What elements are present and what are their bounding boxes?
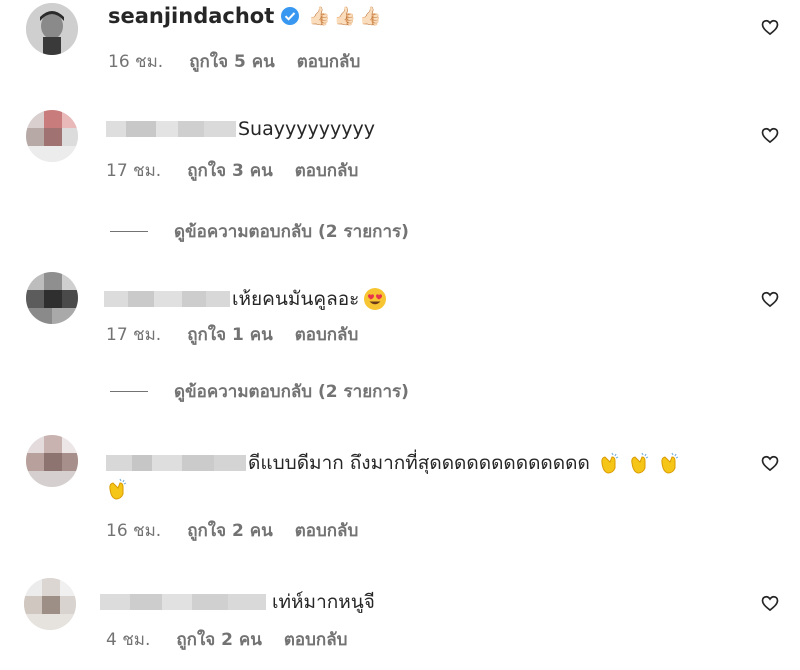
- comment-item: ดีแบบดีมาก ถึงมากที่สุดดดดดดดดดดดดด 16 ช…: [0, 425, 800, 555]
- comment-item: Suayyyyyyyyy 17 ชม. ถูกใจ 3 คน ตอบกลับ: [0, 100, 800, 210]
- reply-button[interactable]: ตอบกลับ: [295, 157, 359, 184]
- like-heart-icon[interactable]: [760, 289, 780, 309]
- reply-button[interactable]: ตอบกลับ: [295, 321, 359, 348]
- comment-item: seanjindachot 👍🏻👍🏻👍🏻 16 ชม. ถูกใจ 5 คน ต…: [0, 0, 800, 90]
- clapping-hands-emoji-icon: [601, 452, 619, 474]
- view-replies-label: ดูข้อความตอบกลับ (2 รายการ): [174, 222, 409, 242]
- blurred-username[interactable]: [104, 291, 230, 307]
- blurred-username[interactable]: [106, 121, 236, 137]
- avatar[interactable]: [26, 110, 78, 162]
- like-heart-icon[interactable]: [760, 593, 780, 613]
- comment-text: เห้ยคนมันคูลอะ: [232, 288, 360, 310]
- reply-button[interactable]: ตอบกลับ: [295, 517, 359, 544]
- comment-emoji: 👍🏻👍🏻👍🏻: [308, 5, 385, 27]
- verified-badge-icon: [281, 7, 300, 25]
- clapping-hands-emoji-icon: [631, 452, 649, 474]
- likes-count[interactable]: ถูกใจ 5 คน: [189, 48, 275, 75]
- likes-count[interactable]: ถูกใจ 2 คน: [187, 517, 273, 544]
- likes-count[interactable]: ถูกใจ 2 คน: [176, 626, 262, 653]
- blurred-username[interactable]: [100, 594, 266, 610]
- reply-button[interactable]: ตอบกลับ: [284, 626, 348, 653]
- view-replies-button[interactable]: ดูข้อความตอบกลับ (2 รายการ): [110, 218, 409, 245]
- like-heart-icon[interactable]: [760, 453, 780, 473]
- reply-button[interactable]: ตอบกลับ: [297, 48, 361, 75]
- avatar[interactable]: [24, 578, 76, 630]
- comment-time: 16 ชม.: [106, 521, 162, 541]
- divider-line: [110, 391, 148, 392]
- divider-line: [110, 231, 148, 232]
- comment-time: 17 ชม.: [106, 161, 162, 181]
- comment-time: 4 ชม.: [106, 630, 151, 650]
- comment-item: เห้ยคนมันคูลอะ 17 ชม. ถูกใจ 1 คน ตอบกลับ: [0, 262, 800, 372]
- like-heart-icon[interactable]: [760, 17, 780, 37]
- username[interactable]: seanjindachot: [108, 4, 274, 28]
- avatar[interactable]: [26, 435, 78, 487]
- avatar[interactable]: [26, 272, 78, 324]
- comment-text: Suayyyyyyyyy: [238, 118, 375, 140]
- comment-text: ดีแบบดีมาก ถึงมากที่สุดดดดดดดดดดดดด: [248, 452, 590, 474]
- profile-photo: [26, 3, 78, 55]
- view-replies-button[interactable]: ดูข้อความตอบกลับ (2 รายการ): [110, 378, 409, 405]
- clapping-hands-emoji-icon: [661, 452, 679, 474]
- avatar[interactable]: [26, 3, 78, 55]
- view-replies-label: ดูข้อความตอบกลับ (2 รายการ): [174, 382, 409, 402]
- like-heart-icon[interactable]: [760, 125, 780, 145]
- blurred-username[interactable]: [106, 455, 246, 471]
- comment-time: 16 ชม.: [108, 52, 164, 72]
- likes-count[interactable]: ถูกใจ 3 คน: [187, 157, 273, 184]
- heart-eyes-emoji-icon: [364, 288, 387, 310]
- likes-count[interactable]: ถูกใจ 1 คน: [187, 321, 273, 348]
- comment-text: เท่ห์มากหนูจี: [272, 591, 375, 613]
- clapping-hands-emoji-icon: [109, 478, 127, 500]
- comment-item: เท่ห์มากหนูจี 4 ชม. ถูกใจ 2 คน ตอบกลับ: [0, 568, 800, 668]
- comment-time: 17 ชม.: [106, 325, 162, 345]
